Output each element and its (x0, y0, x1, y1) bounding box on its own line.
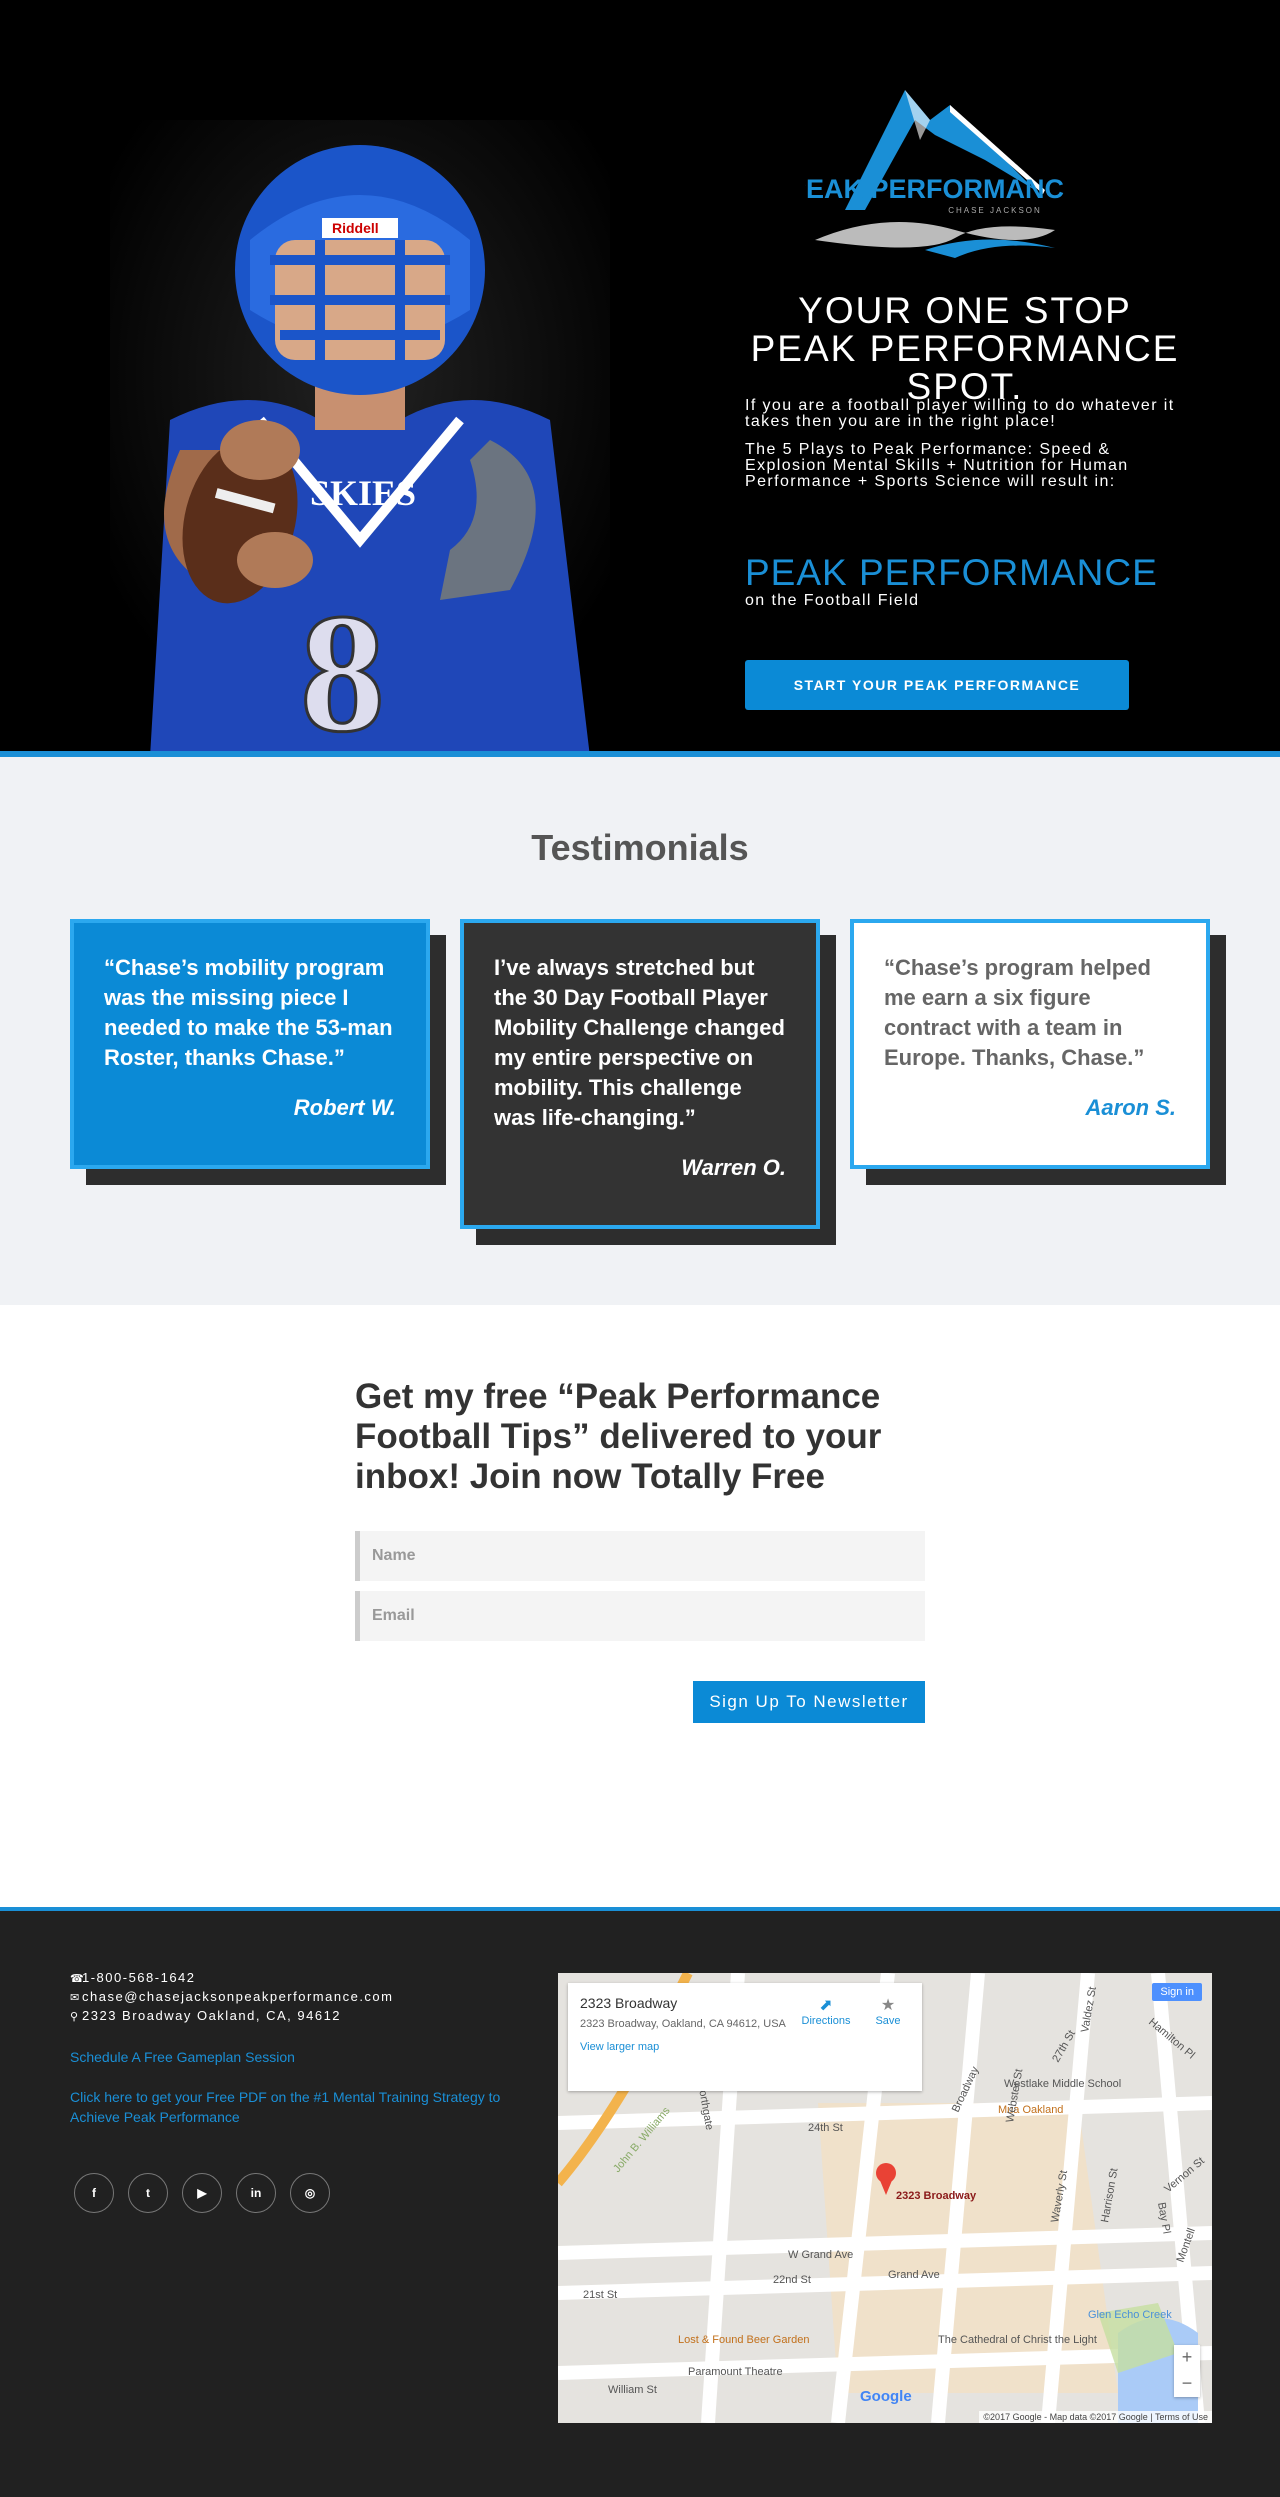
youtube-icon[interactable]: ▶ (182, 2173, 222, 2213)
svg-text:Grand Ave: Grand Ave (888, 2269, 940, 2281)
peak-performance-sub: on the Football Field (745, 592, 920, 609)
hero-content: PEAK PERFORMANCE CHASE JACKSON YOUR ONE … (745, 80, 1185, 710)
svg-text:Paramount Theatre: Paramount Theatre (688, 2366, 783, 2378)
peak-performance-logo: PEAK PERFORMANCE CHASE JACKSON (788, 90, 1082, 258)
map-zoom-controls: + − (1174, 2345, 1200, 2397)
schedule-session-link[interactable]: Schedule A Free Gameplan Session (70, 2047, 530, 2067)
google-logo: Google (860, 2388, 912, 2405)
newsletter-title: Get my free “Peak Performance Football T… (355, 1377, 882, 1496)
contact-email[interactable]: chase@chasejacksonpeakperformance.com (82, 1989, 394, 2004)
twitter-icon[interactable]: t (128, 2173, 168, 2213)
zoom-out-button[interactable]: − (1174, 2371, 1200, 2397)
testimonial-card-2: I’ve always stretched but the 30 Day Foo… (460, 919, 820, 1229)
jersey-number: 8 (300, 579, 385, 757)
football-player-image: SKIES 8 Riddell (110, 120, 610, 757)
save-button[interactable]: ★ Save (868, 1995, 908, 2027)
name-input[interactable] (355, 1531, 925, 1581)
facebook-icon[interactable]: f (74, 2173, 114, 2213)
map-attribution: ©2017 Google - Map data ©2017 Google | T… (979, 2411, 1212, 2423)
svg-text:Glen Echo Creek: Glen Echo Creek (1088, 2309, 1172, 2321)
linkedin-icon[interactable]: in (236, 2173, 276, 2213)
hero-intro: If you are a football player willing to … (745, 397, 1175, 430)
hero-plays: The 5 Plays to Peak Performance: Speed &… (745, 441, 1129, 490)
map-place-address: 2323 Broadway, Oakland, CA 94612, USA (580, 2018, 786, 2030)
free-pdf-link[interactable]: Click here to get your Free PDF on the #… (70, 2087, 530, 2127)
testimonial-card-1: “Chase’s mobility program was the missin… (70, 919, 430, 1169)
logo-title: PEAK PERFORMANCE (805, 174, 1065, 204)
peak-performance-heading: PEAK PERFORMANCE (745, 552, 1158, 593)
map-place-title: 2323 Broadway (580, 1995, 678, 2011)
terms-of-use-link[interactable]: Terms of Use (1155, 2412, 1208, 2422)
svg-text:24th St: 24th St (808, 2122, 843, 2134)
phone-icon: ☎ (70, 1973, 86, 1985)
google-map[interactable]: 2323 Broadway Westlake Middle School Mua… (558, 1973, 1212, 2423)
social-links: f t ▶ in ◎ (74, 2173, 330, 2213)
logo-subtitle: CHASE JACKSON (948, 206, 1042, 215)
map-pin-icon: ⚲ (70, 2011, 80, 2023)
star-icon: ★ (880, 1997, 896, 2014)
testimonial-quote: “Chase’s mobility program was the missin… (104, 955, 393, 1070)
svg-text:Lost & Found Beer Garden: Lost & Found Beer Garden (678, 2334, 809, 2346)
hero-heading: YOUR ONE STOP PEAK PERFORMANCE SPOT. (750, 290, 1180, 407)
envelope-icon: ✉ (70, 1992, 81, 2004)
contact-info: ☎1-800-568-1642 ✉chase@chasejacksonpeakp… (70, 1969, 394, 2026)
testimonial-author: Robert W. (293, 1095, 396, 1120)
hero-description: If you are a football player willing to … (745, 398, 1185, 502)
svg-text:W Grand Ave: W Grand Ave (788, 2249, 853, 2261)
map-sign-in-button[interactable]: Sign in (1152, 1983, 1202, 2001)
hero-section: SKIES 8 Riddell PEAK PERFORMANCE CHASE J… (0, 0, 1280, 757)
contact-address: 2323 Broadway Oakland, CA, 94612 (82, 2008, 342, 2023)
zoom-in-button[interactable]: + (1174, 2345, 1200, 2371)
directions-button[interactable]: ⬈ Directions (796, 1995, 856, 2027)
testimonial-author: Warren O. (681, 1155, 786, 1180)
svg-text:William St: William St (608, 2384, 657, 2396)
testimonial-quote: “Chase’s program helped me earn a six fi… (884, 955, 1151, 1070)
testimonial-quote: I’ve always stretched but the 30 Day Foo… (494, 955, 785, 1130)
testimonial-card-3: “Chase’s program helped me earn a six fi… (850, 919, 1210, 1169)
contact-phone[interactable]: 1-800-568-1642 (82, 1970, 196, 1985)
map-place-card: 2323 Broadway 2323 Broadway, Oakland, CA… (568, 1983, 922, 2091)
footer: ☎1-800-568-1642 ✉chase@chasejacksonpeakp… (0, 1911, 1280, 2497)
email-input[interactable] (355, 1591, 925, 1641)
testimonials-section: Testimonials “Chase’s mobility program w… (0, 757, 1280, 1305)
instagram-icon[interactable]: ◎ (290, 2173, 330, 2213)
view-larger-map-link[interactable]: View larger map (580, 2041, 910, 2053)
svg-text:The Cathedral of Christ the Li: The Cathedral of Christ the Light (938, 2334, 1097, 2346)
directions-icon: ⬈ (819, 1997, 833, 2014)
svg-text:21st St: 21st St (583, 2289, 617, 2301)
testimonials-title: Testimonials (531, 827, 749, 868)
jersey-text: SKIES (310, 473, 416, 513)
newsletter-section: Get my free “Peak Performance Football T… (0, 1305, 1280, 1911)
start-peak-performance-button[interactable]: START YOUR PEAK PERFORMANCE (745, 660, 1129, 710)
testimonial-author: Aaron S. (1085, 1095, 1176, 1120)
sign-up-newsletter-button[interactable]: Sign Up To Newsletter (693, 1681, 925, 1723)
helmet-brand: Riddell (332, 220, 379, 236)
map-marker-label: 2323 Broadway (896, 2190, 977, 2202)
svg-text:22nd St: 22nd St (773, 2274, 811, 2286)
